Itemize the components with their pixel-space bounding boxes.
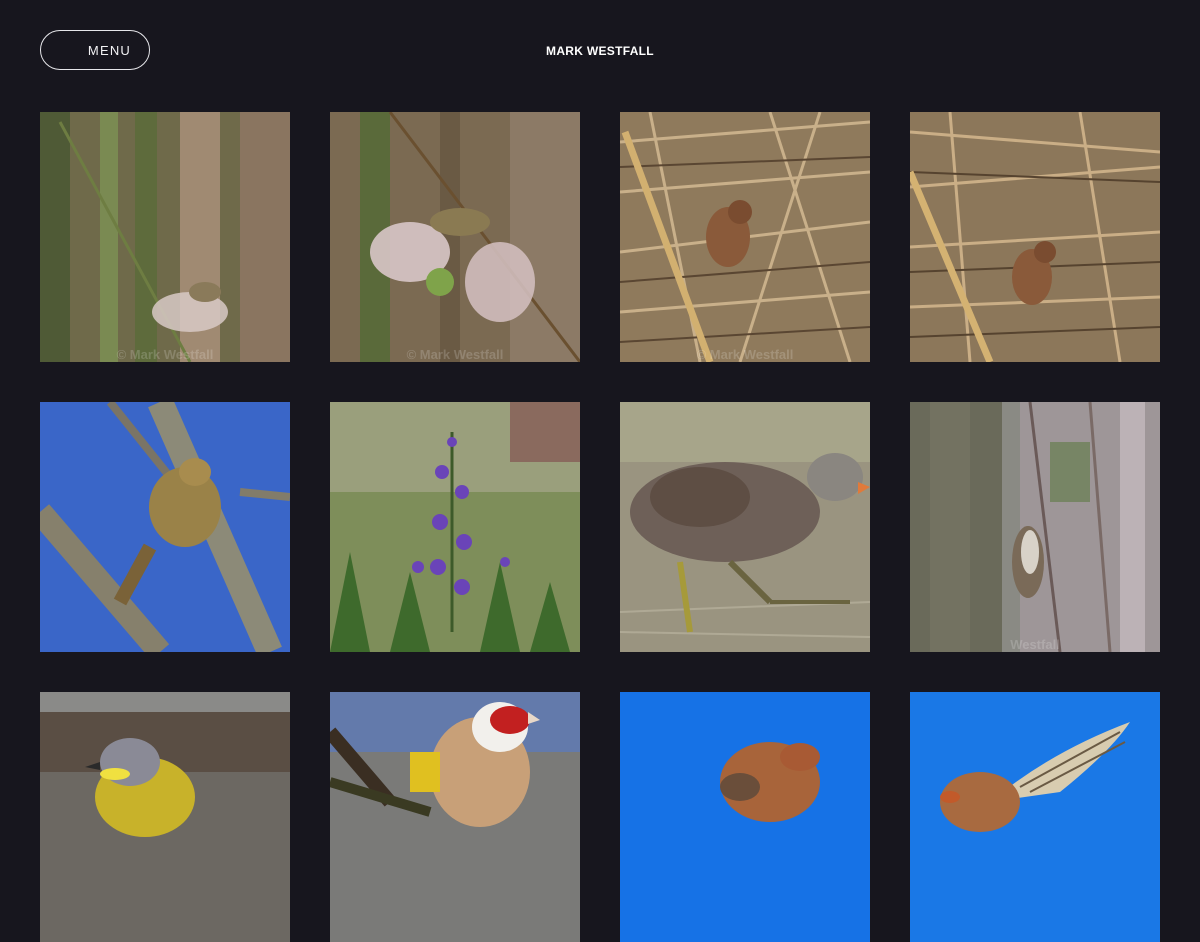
- gallery-photo-wagtail[interactable]: [40, 692, 290, 942]
- gallery-photo-moorhen[interactable]: [620, 402, 870, 652]
- photo-image: [620, 692, 870, 942]
- gallery-photo-wren-1[interactable]: © Mark Westfall: [620, 112, 870, 362]
- photo-watermark: © Mark Westfall: [406, 347, 504, 362]
- photo-image: [330, 112, 580, 362]
- photo-image: [620, 112, 870, 362]
- photo-watermark: © Mark Westfall: [116, 347, 214, 362]
- gallery-photo-warbler-1[interactable]: © Mark Westfall: [40, 112, 290, 362]
- gallery-photo-kestrel-2[interactable]: [910, 692, 1160, 942]
- photo-image: [330, 402, 580, 652]
- gallery-photo-treecreeper[interactable]: Westfall: [910, 402, 1160, 652]
- photo-image: [40, 692, 290, 942]
- gallery-photo-goldfinch[interactable]: [330, 692, 580, 942]
- photo-image: [620, 402, 870, 652]
- gallery-photo-chiffchaff[interactable]: [40, 402, 290, 652]
- photo-image: [40, 112, 290, 362]
- gallery-photo-wren-2[interactable]: [910, 112, 1160, 362]
- photo-watermark: Westfall: [1010, 637, 1060, 652]
- photo-image: [910, 692, 1160, 942]
- photo-watermark: © Mark Westfall: [696, 347, 794, 362]
- photo-image: [910, 402, 1160, 652]
- photo-gallery: © Mark Westfall © Mark Westfall © Mark W…: [40, 112, 1160, 942]
- photo-image: [330, 692, 580, 942]
- gallery-photo-warbler-2[interactable]: © Mark Westfall: [330, 112, 580, 362]
- photo-image: [40, 402, 290, 652]
- gallery-photo-flower[interactable]: [330, 402, 580, 652]
- photo-image: [910, 112, 1160, 362]
- site-title[interactable]: MARK WESTFALL: [0, 44, 1200, 58]
- gallery-photo-kestrel-1[interactable]: [620, 692, 870, 942]
